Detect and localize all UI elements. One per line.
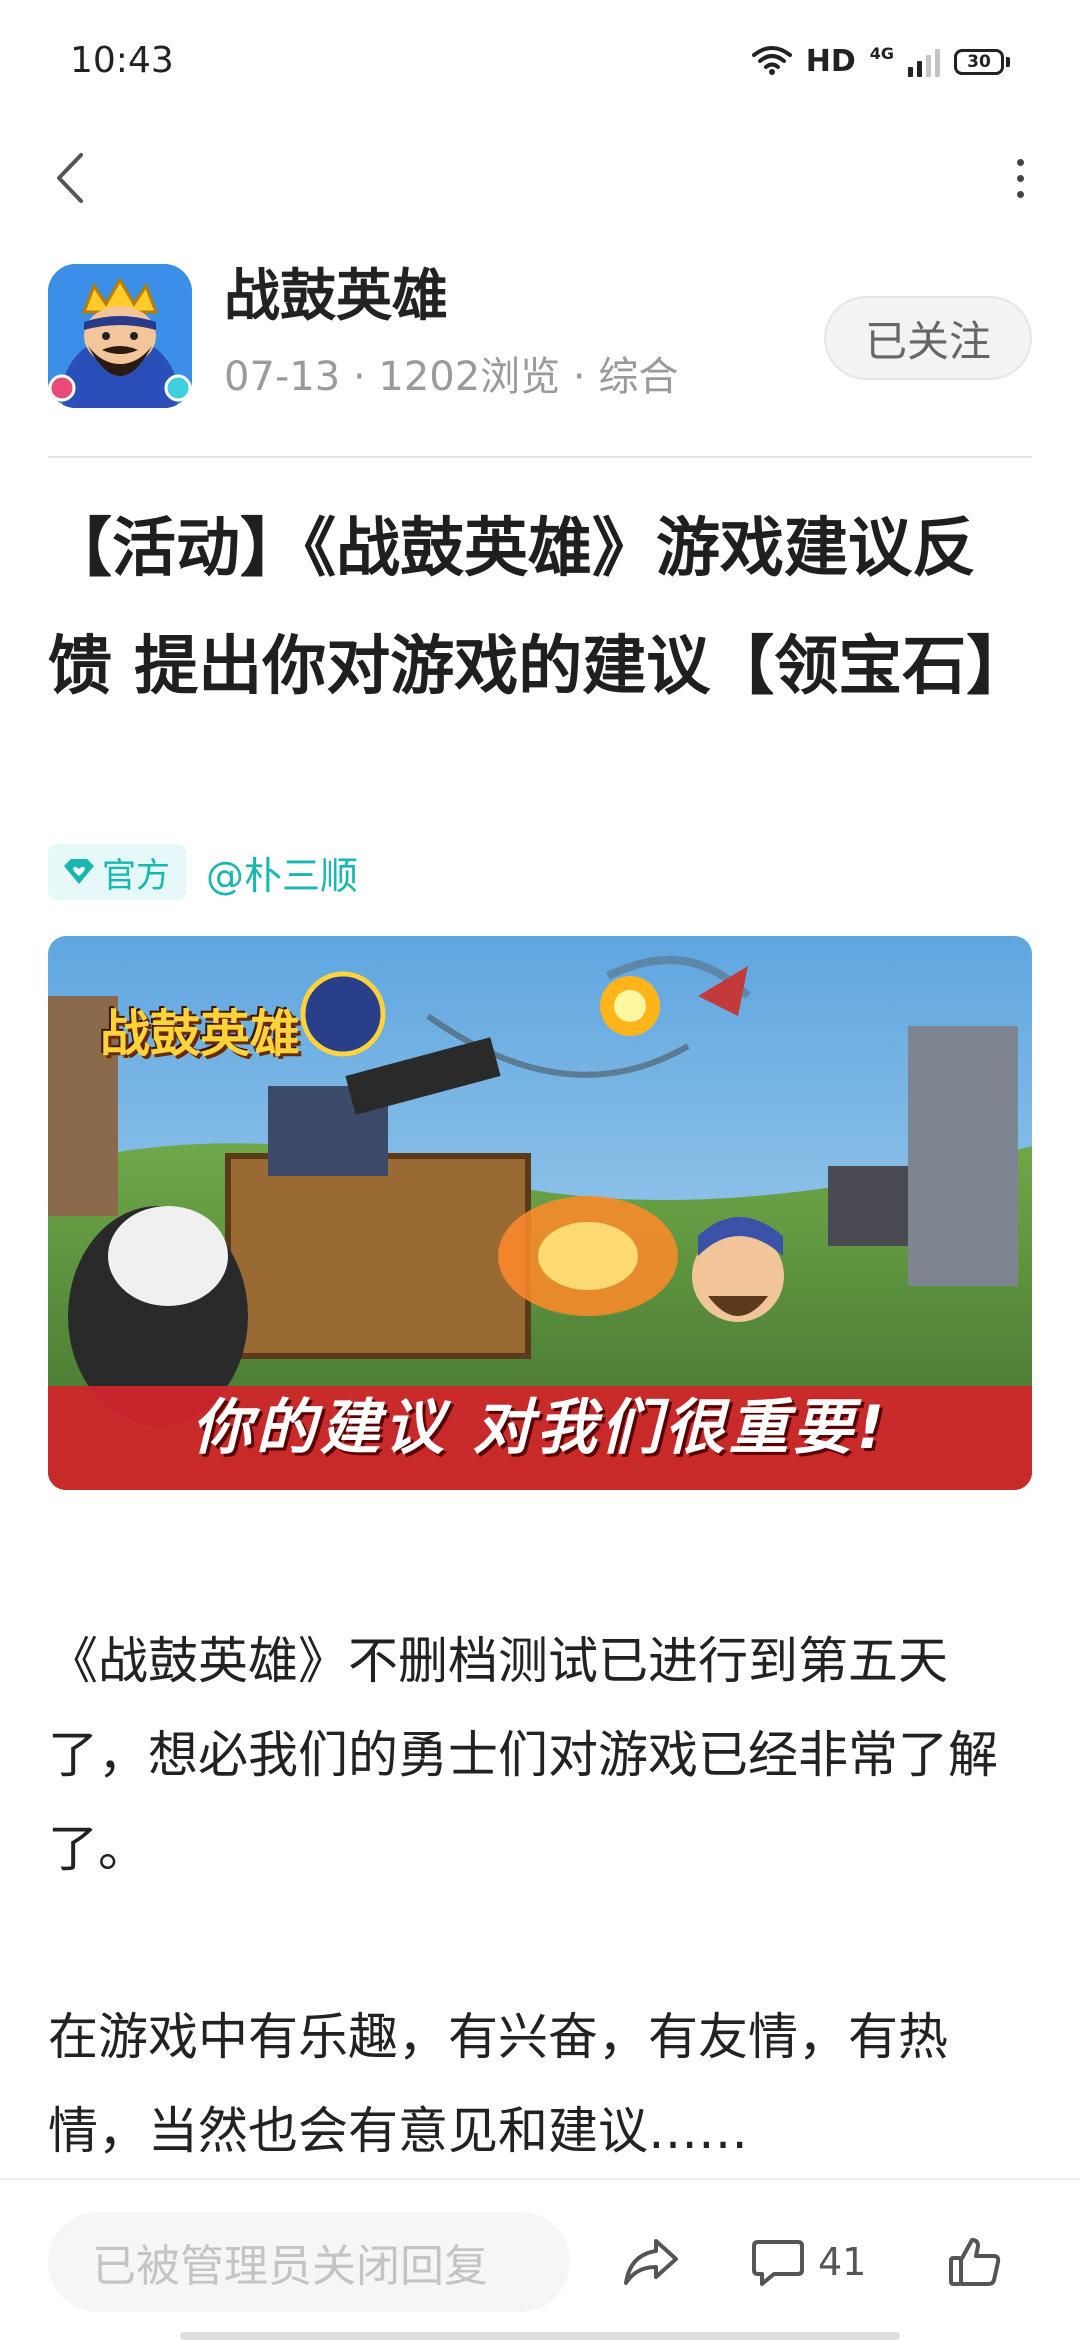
official-label: 官方 [102,855,170,896]
mention-link[interactable]: @朴三顺 [206,845,358,900]
post-meta: 07-13 · 1202浏览 · 综合 [224,354,679,400]
diamond-heart-icon [64,859,94,884]
bottom-action-bar: 已被管理员关闭回复 41 [0,2178,1080,2340]
comment-count: 41 [818,2240,867,2284]
share-button[interactable] [618,2220,684,2304]
author-row: 战鼓英雄 07-13 · 1202浏览 · 综合 已关注 [48,262,1032,412]
battery-icon: 30 [954,48,1010,75]
official-badge: 官方 [48,844,186,900]
like-button[interactable] [940,2220,1010,2304]
follow-button[interactable]: 已关注 [824,296,1032,380]
wifi-icon [751,45,792,79]
reply-input-disabled[interactable]: 已被管理员关闭回复 [48,2212,570,2312]
nav-bar [0,140,1080,220]
comment-button[interactable]: 41 [752,2220,866,2304]
network-hd-label: HD [805,44,856,79]
chevron-left-icon [57,153,83,203]
post-paragraph: 在游戏中有乐趣，有兴奋，有友情，有热情，当然也会有意见和建议…… [48,2008,948,2160]
more-vertical-icon [1016,158,1024,166]
home-indicator [180,2332,900,2340]
comment-bubble-icon [752,2240,804,2286]
share-arrow-icon [624,2239,678,2285]
post-title: 【活动】《战鼓英雄》游戏建议反馈 提出你对游戏的建议【领宝石】 [48,512,1031,704]
game-avatar[interactable] [48,264,192,408]
author-name[interactable]: 战鼓英雄 [224,262,448,332]
divider [48,456,1032,458]
status-indicators: HD 4G 30 [751,44,1010,79]
signal-icon [908,47,940,77]
banner-slogan: 你的建议 对我们很重要! [191,1393,889,1463]
banner-logo-text: 战鼓英雄 [100,1005,300,1063]
status-bar: 10:43 HD 4G 30 [0,0,1080,130]
post-banner-image[interactable]: 战鼓英雄 你的建议 对我们很重要! [48,936,1032,1490]
battery-level: 30 [954,48,1004,75]
thumbs-up-icon [949,2238,1001,2286]
network-type-label: 4G [869,44,894,63]
back-button[interactable] [40,146,100,210]
more-button[interactable] [1000,146,1040,210]
status-time: 10:43 [70,40,174,81]
post-paragraph: 《战鼓英雄》不删档测试已进行到第五天了，想必我们的勇士们对游戏已经非常了解了。 [48,1632,998,1878]
author-tags: 官方 @朴三顺 [48,842,358,902]
